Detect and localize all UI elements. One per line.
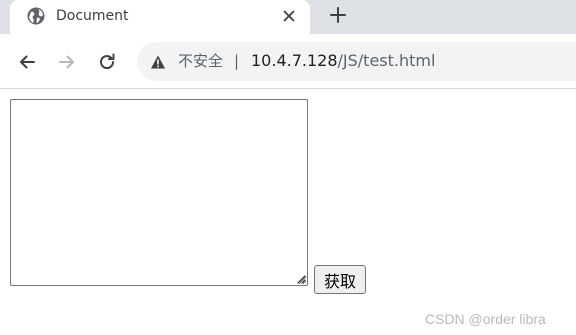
tab-title: Document xyxy=(56,8,129,24)
browser-toolbar: 不安全 | 10.4.7.128/JS/test.html xyxy=(0,34,576,89)
arrow-right-icon[interactable] xyxy=(57,52,77,72)
security-label[interactable]: 不安全 xyxy=(178,52,223,70)
tab-strip: Document xyxy=(0,0,576,34)
globe-icon xyxy=(27,7,45,25)
warning-icon[interactable] xyxy=(150,54,166,70)
watermark: CSDN @order libra xyxy=(425,311,546,327)
security-separator: | xyxy=(234,52,240,70)
page-content: 获取 CSDN @order libra xyxy=(0,90,576,335)
address-bar[interactable]: 不安全 | 10.4.7.128/JS/test.html xyxy=(137,42,576,81)
url-path: /JS/test.html xyxy=(337,51,436,70)
url-text[interactable]: 10.4.7.128/JS/test.html xyxy=(251,52,435,70)
reload-icon[interactable] xyxy=(97,52,117,72)
url-host: 10.4.7.128 xyxy=(251,51,338,70)
plus-icon[interactable] xyxy=(328,5,348,25)
close-icon[interactable] xyxy=(280,7,298,25)
text-area[interactable] xyxy=(10,99,308,286)
tab-document[interactable]: Document xyxy=(10,0,310,34)
arrow-left-icon[interactable] xyxy=(17,52,37,72)
fetch-button[interactable]: 获取 xyxy=(314,265,366,294)
